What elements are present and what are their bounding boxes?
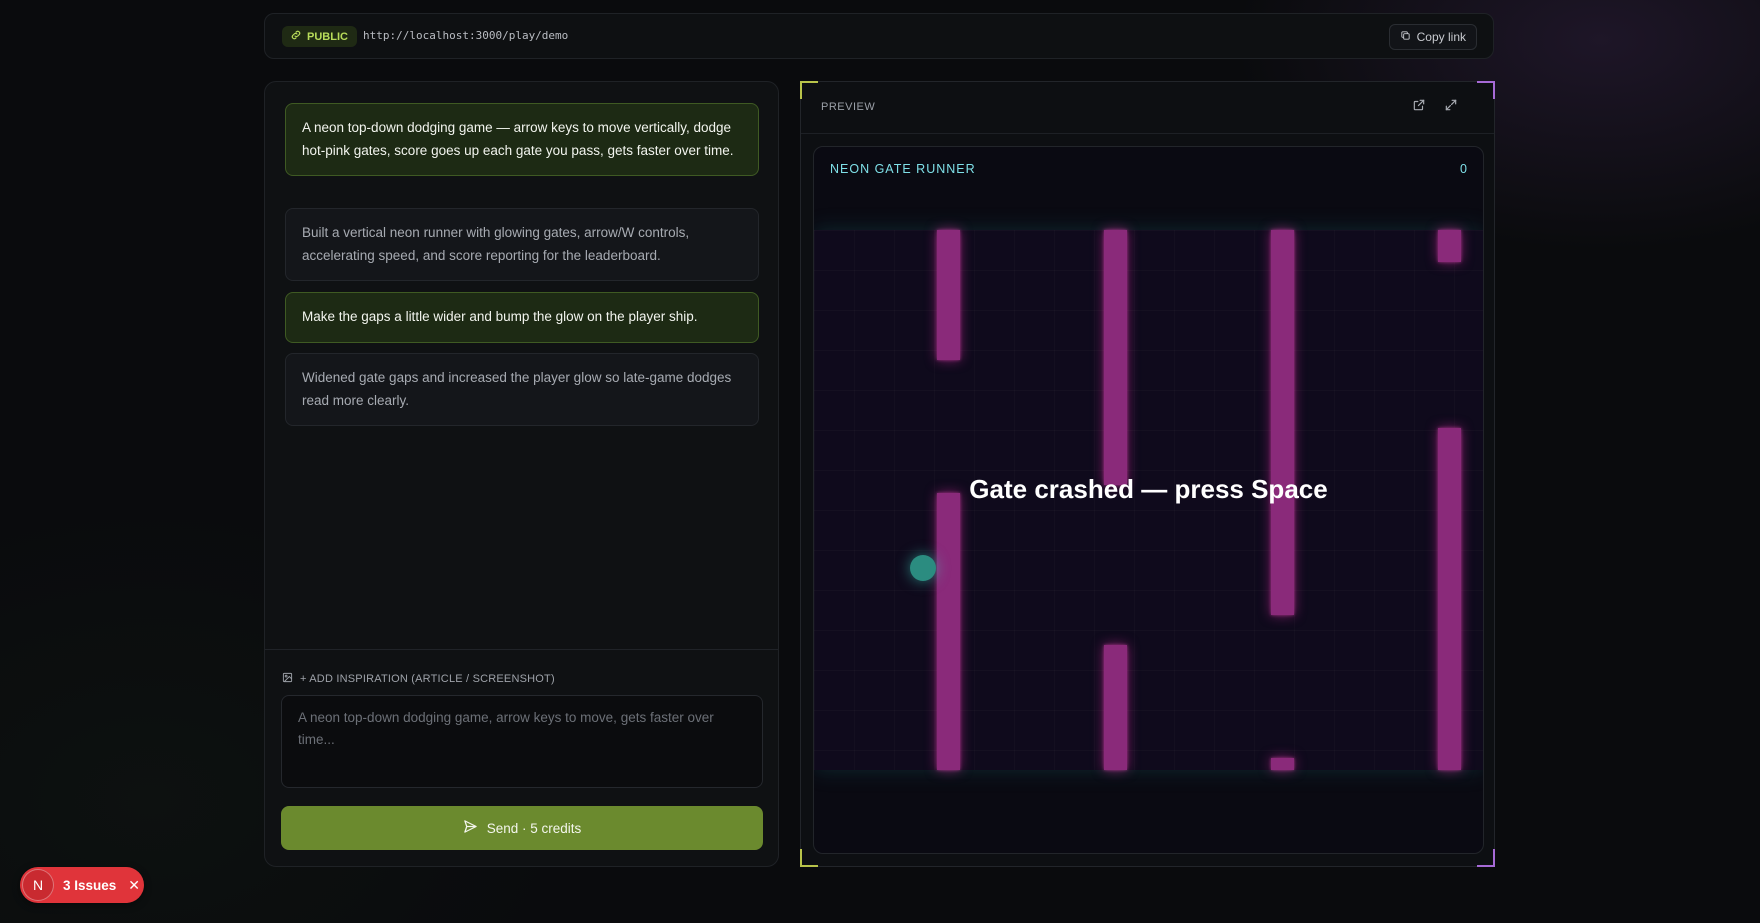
gate [1271,758,1294,770]
chat-message-user: Make the gaps a little wider and bump th… [285,292,759,343]
image-icon [282,672,293,686]
gate [1271,230,1294,615]
avatar: N [22,869,54,901]
chat-message-assistant: Widened gate gaps and increased the play… [285,353,759,426]
prompt-placeholder: A neon top-down dodging game, arrow keys… [298,710,714,747]
game-canvas[interactable]: NEON GATE RUNNER 0 Gate crashed — press … [813,146,1484,854]
preview-panel: PREVIEW NEON GATE RUNNER 0 Gate crashed … [800,81,1495,867]
preview-header-divider [801,133,1494,134]
game-score: 0 [1460,162,1467,176]
prompt-input[interactable]: A neon top-down dodging game, arrow keys… [281,695,763,788]
fullscreen-icon[interactable] [1444,98,1460,114]
add-inspiration-button[interactable]: + ADD INSPIRATION (ARTICLE / SCREENSHOT) [282,672,555,686]
open-external-icon[interactable] [1412,98,1428,114]
gate [937,493,960,770]
send-button[interactable]: Send · 5 credits [281,806,763,850]
visibility-label: PUBLIC [307,30,348,43]
visibility-badge[interactable]: PUBLIC [282,26,357,47]
game-over-message: Gate crashed — press Space [969,474,1328,504]
gate [1104,230,1127,485]
send-icon [463,819,478,837]
issues-badge[interactable]: N 3 Issues ✕ [20,867,144,903]
corner-accent [1477,81,1495,99]
composer-divider [265,649,778,650]
add-inspiration-label: + ADD INSPIRATION (ARTICLE / SCREENSHOT) [300,673,555,685]
chat-message-assistant: Built a vertical neon runner with glowin… [285,208,759,281]
share-url: http://localhost:3000/play/demo [363,29,569,42]
send-label: Send · 5 credits [486,820,582,836]
chat-message-user: A neon top-down dodging game — arrow key… [285,103,759,176]
share-bar: PUBLIC http://localhost:3000/play/demo C… [264,13,1494,59]
copy-link-label: Copy link [1416,30,1466,44]
gate [937,230,960,360]
corner-accent [800,81,818,99]
link-icon [290,29,302,44]
copy-icon [1400,30,1411,44]
game-title: NEON GATE RUNNER [830,162,976,176]
issues-count: 3 Issues [63,877,117,893]
gate [1438,230,1461,262]
copy-link-button[interactable]: Copy link [1388,24,1477,50]
chat-panel: A neon top-down dodging game — arrow key… [264,81,779,867]
preview-label: PREVIEW [821,101,876,113]
player-ship [910,555,936,581]
gate [1104,645,1127,770]
corner-accent [800,849,818,867]
close-icon[interactable]: ✕ [128,877,140,894]
